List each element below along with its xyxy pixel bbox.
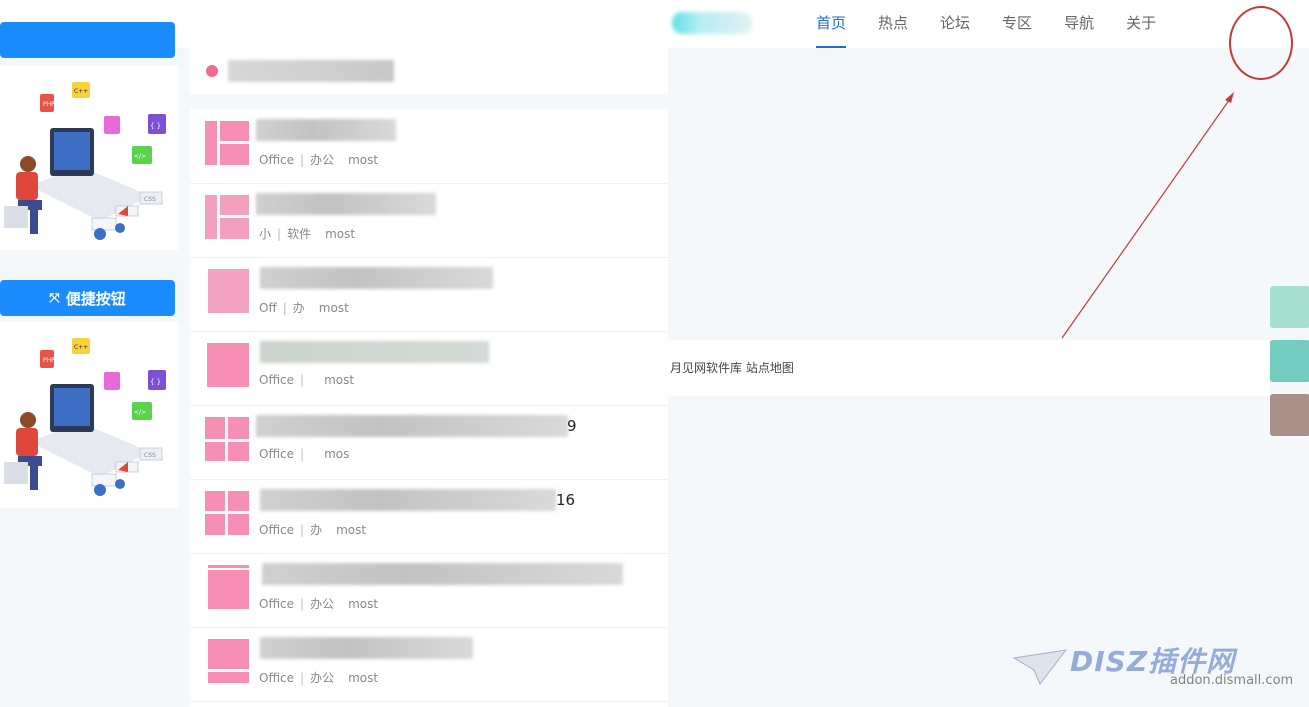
item-subcategory[interactable]: 办公 [310, 153, 334, 167]
item-subcategory[interactable]: 办公 [310, 597, 334, 611]
item-meta: Office | 办公 most [259, 153, 379, 167]
item-category[interactable]: 小 [259, 227, 271, 241]
list-item[interactable]: Office | most [190, 331, 668, 406]
item-meta: Office | 办公 most [259, 671, 379, 685]
item-title-blurred[interactable] [262, 563, 623, 585]
item-tag: most [348, 671, 379, 685]
svg-text:C++: C++ [74, 88, 88, 95]
watermark: DISZ插件网 addon.dismall.com [1012, 640, 1302, 695]
item-tag: most [325, 227, 356, 241]
item-category[interactable]: Off [259, 301, 277, 315]
item-tag: most [336, 523, 367, 537]
list-item[interactable]: Office | 办公 most [190, 627, 668, 702]
software-thumbnail [205, 491, 249, 535]
developer-illustration: PHP C++ { } </> CSS [4, 82, 166, 240]
sidebar-illustration-card-2: PHP C++ { } </> CSS [0, 322, 178, 508]
item-subcategory[interactable]: 办公 [310, 671, 334, 685]
item-category[interactable]: Office [259, 671, 294, 685]
watermark-url: addon.dismall.com [1170, 673, 1294, 688]
item-title-blurred[interactable] [256, 415, 568, 437]
item-title-blurred[interactable] [260, 267, 493, 289]
quick-buttons-label: 便捷按钮 [65, 289, 126, 308]
list-item[interactable]: 16 Office | 办 most [190, 479, 668, 554]
item-meta: Off | 办 most [259, 301, 349, 315]
site-footer: 月见网软件库 站点地图 [668, 340, 1270, 396]
item-tag: most [318, 301, 349, 315]
item-meta: Office | most [259, 373, 355, 387]
list-item[interactable]: Off | 办 most [190, 257, 668, 332]
list-item[interactable]: Office | 办公 most [190, 553, 668, 628]
item-subcategory[interactable]: 办 [293, 301, 305, 315]
item-title-blurred[interactable] [256, 193, 436, 215]
item-tag: mos [324, 447, 350, 461]
svg-text:CSS: CSS [144, 452, 156, 459]
svg-text:{ }: { } [150, 378, 161, 386]
item-meta: Office | 办公 most [259, 597, 379, 611]
item-title-blurred[interactable] [256, 119, 396, 141]
float-button-middle[interactable] [1270, 340, 1309, 382]
list-notice-bar [190, 48, 668, 94]
list-item[interactable]: 小 | 软件 most [190, 183, 668, 258]
item-tag: most [348, 153, 379, 167]
sidebar-top-button[interactable] [0, 22, 175, 58]
svg-text:PHP: PHP [43, 101, 55, 108]
software-thumbnail [205, 121, 249, 165]
notice-text-blurred[interactable] [228, 60, 394, 82]
item-meta: Office | mos [259, 447, 350, 461]
float-button-bottom[interactable] [1270, 394, 1309, 436]
item-category[interactable]: Office [259, 373, 294, 387]
item-subcategory[interactable]: 软件 [287, 227, 311, 241]
shrink-icon: ⤧ [49, 290, 60, 306]
quick-buttons-button[interactable]: ⤧ 便捷按钮 [0, 280, 175, 316]
item-meta: Office | 办 most [259, 523, 367, 537]
svg-text:PHP: PHP [43, 357, 55, 364]
software-thumbnail [205, 195, 249, 239]
developer-illustration: PHP C++ { } </> CSS [4, 338, 166, 496]
arrow-up-circle-icon [206, 65, 218, 77]
software-thumbnail [205, 639, 249, 683]
item-title-blurred[interactable] [260, 489, 556, 511]
item-category[interactable]: Office [259, 523, 294, 537]
software-thumbnail [205, 565, 249, 609]
svg-text:</>: </> [134, 409, 146, 416]
item-title-tail: 16 [556, 491, 576, 509]
paper-plane-icon [1012, 649, 1068, 685]
item-tag: most [324, 373, 355, 387]
item-title-blurred[interactable] [260, 341, 489, 363]
software-thumbnail [207, 343, 249, 387]
svg-text:CSS: CSS [144, 196, 156, 203]
item-category[interactable]: Office [259, 447, 294, 461]
item-subcategory[interactable]: 办 [310, 523, 322, 537]
list-item[interactable]: Office | 办公 most [190, 109, 668, 184]
list-item[interactable]: 9 Office | mos [190, 405, 668, 480]
item-tag: most [348, 597, 379, 611]
float-button-top[interactable] [1270, 286, 1309, 328]
item-title-blurred[interactable] [260, 637, 473, 659]
software-thumbnail [205, 269, 249, 313]
item-title-tail: 9 [567, 417, 577, 435]
svg-text:{ }: { } [150, 122, 161, 130]
item-category[interactable]: Office [259, 153, 294, 167]
footer-links[interactable]: 月见网软件库 站点地图 [670, 359, 794, 376]
software-list: Office | 办公 most 小 | 软件 most Off | 办 most Office |… [190, 109, 668, 707]
item-category[interactable]: Office [259, 597, 294, 611]
software-thumbnail [205, 417, 249, 461]
sidebar-illustration-card-1: PHP C++ { } </> CSS [0, 66, 178, 250]
svg-text:</>: </> [134, 153, 146, 160]
svg-text:C++: C++ [74, 344, 88, 351]
item-meta: 小 | 软件 most [259, 227, 356, 241]
